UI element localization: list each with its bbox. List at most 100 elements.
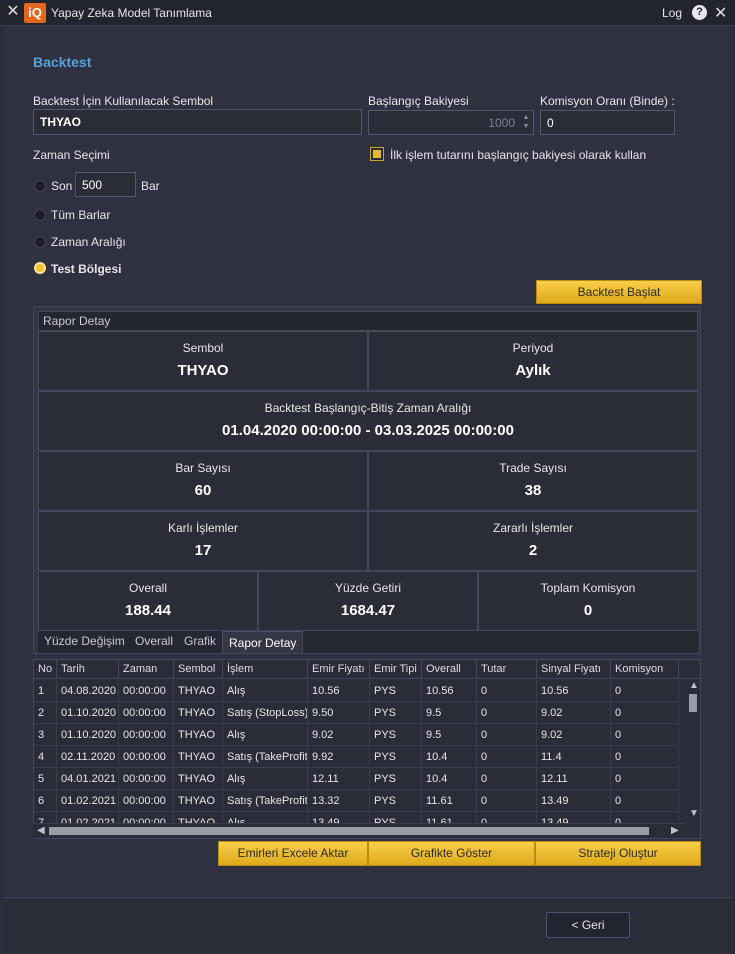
table-cell[interactable]: THYAO bbox=[174, 724, 223, 746]
table-cell[interactable]: 10.56 bbox=[537, 680, 611, 702]
table-cell[interactable]: PYS bbox=[370, 702, 422, 724]
table-cell[interactable]: 12.11 bbox=[537, 768, 611, 790]
table-cell[interactable]: 9.02 bbox=[308, 724, 370, 746]
close-window-icon[interactable]: ✕ bbox=[714, 3, 727, 23]
table-cell[interactable]: 11.61 bbox=[422, 790, 477, 812]
radio-son[interactable] bbox=[34, 180, 46, 192]
table-cell[interactable]: 0 bbox=[611, 746, 679, 768]
table-cell[interactable]: 00:00:00 bbox=[119, 724, 174, 746]
table-cell[interactable]: Alış bbox=[223, 768, 308, 790]
col-order-price-header[interactable]: Emir Fiyatı bbox=[308, 660, 370, 679]
table-cell[interactable]: 0 bbox=[611, 724, 679, 746]
table-cell[interactable]: 13.32 bbox=[308, 790, 370, 812]
table-cell[interactable]: 01.02.2021 bbox=[57, 790, 119, 812]
table-cell[interactable]: 6 bbox=[34, 790, 57, 812]
scroll-right-icon[interactable]: ▶ bbox=[671, 825, 679, 836]
col-time-header[interactable]: Zaman bbox=[119, 660, 174, 679]
back-button[interactable]: < Geri bbox=[546, 912, 630, 938]
export-excel-button[interactable]: Emirleri Excele Aktar bbox=[218, 841, 368, 866]
table-horizontal-scrollbar[interactable]: ◀ ▶ bbox=[33, 823, 686, 838]
col-commission-header[interactable]: Komisyon bbox=[611, 660, 679, 679]
table-cell[interactable]: 0 bbox=[477, 680, 537, 702]
start-backtest-button[interactable]: Backtest Başlat bbox=[536, 280, 702, 304]
table-cell[interactable]: 13.49 bbox=[537, 790, 611, 812]
table-cell[interactable]: 0 bbox=[611, 702, 679, 724]
radio-test-region[interactable] bbox=[34, 262, 46, 274]
table-cell[interactable]: 0 bbox=[611, 768, 679, 790]
table-cell[interactable]: 04.08.2020 bbox=[57, 680, 119, 702]
table-cell[interactable]: THYAO bbox=[174, 746, 223, 768]
table-cell[interactable]: 10.4 bbox=[422, 768, 477, 790]
col-overall-header[interactable]: Overall bbox=[422, 660, 477, 679]
col-amount-header[interactable]: Tutar bbox=[477, 660, 537, 679]
table-cell[interactable]: Alış bbox=[223, 680, 308, 702]
table-cell[interactable]: PYS bbox=[370, 768, 422, 790]
table-cell[interactable]: 00:00:00 bbox=[119, 790, 174, 812]
table-cell[interactable]: 10.4 bbox=[422, 746, 477, 768]
tab-overall[interactable]: Overall bbox=[135, 634, 173, 648]
col-no-header[interactable]: No bbox=[34, 660, 57, 679]
col-signal-price-header[interactable]: Sinyal Fiyatı bbox=[537, 660, 611, 679]
tab-percent-change[interactable]: Yüzde Değişim bbox=[44, 634, 125, 648]
table-cell[interactable]: 0 bbox=[611, 680, 679, 702]
table-cell[interactable]: 12.11 bbox=[308, 768, 370, 790]
table-cell[interactable]: PYS bbox=[370, 746, 422, 768]
table-cell[interactable]: 00:00:00 bbox=[119, 768, 174, 790]
table-cell[interactable]: THYAO bbox=[174, 768, 223, 790]
table-cell[interactable]: 0 bbox=[477, 768, 537, 790]
radio-all-bars[interactable] bbox=[34, 209, 46, 221]
horizontal-scroll-thumb[interactable] bbox=[49, 827, 649, 835]
table-cell[interactable]: Satış (StopLoss) bbox=[223, 702, 308, 724]
symbol-input[interactable]: THYAO bbox=[33, 109, 362, 135]
log-link[interactable]: Log bbox=[662, 6, 682, 20]
help-icon[interactable]: ? bbox=[692, 5, 707, 20]
table-cell[interactable]: 9.02 bbox=[537, 724, 611, 746]
bar-count-input[interactable]: 500 bbox=[75, 172, 136, 197]
table-cell[interactable]: 9.5 bbox=[422, 724, 477, 746]
radio-time-range[interactable] bbox=[34, 236, 46, 248]
table-cell[interactable]: 9.02 bbox=[537, 702, 611, 724]
initial-balance-checkbox[interactable] bbox=[370, 147, 384, 161]
col-date-header[interactable]: Tarih bbox=[57, 660, 119, 679]
table-cell[interactable]: 01.10.2020 bbox=[57, 724, 119, 746]
scroll-down-icon[interactable]: ▼ bbox=[689, 808, 699, 819]
table-cell[interactable]: THYAO bbox=[174, 790, 223, 812]
table-cell[interactable]: 04.01.2021 bbox=[57, 768, 119, 790]
balance-spinner-icon[interactable]: ▲ ▼ bbox=[521, 113, 531, 131]
commission-input[interactable]: 0 bbox=[540, 110, 675, 135]
table-cell[interactable]: THYAO bbox=[174, 680, 223, 702]
scroll-left-icon[interactable]: ◀ bbox=[37, 825, 45, 836]
show-chart-button[interactable]: Grafikte Göster bbox=[368, 841, 535, 866]
table-cell[interactable]: 10.56 bbox=[308, 680, 370, 702]
table-cell[interactable]: 00:00:00 bbox=[119, 746, 174, 768]
scroll-up-icon[interactable]: ▲ bbox=[689, 680, 699, 691]
table-cell[interactable]: 1 bbox=[34, 680, 57, 702]
table-cell[interactable]: Alış bbox=[223, 724, 308, 746]
table-cell[interactable]: 11.4 bbox=[537, 746, 611, 768]
table-cell[interactable]: 01.10.2020 bbox=[57, 702, 119, 724]
table-cell[interactable]: Satış (TakeProfit) bbox=[223, 746, 308, 768]
table-cell[interactable]: 3 bbox=[34, 724, 57, 746]
table-vertical-scrollbar[interactable]: ▲ ▼ bbox=[686, 680, 700, 822]
table-cell[interactable]: 4 bbox=[34, 746, 57, 768]
tab-report-detail[interactable]: Rapor Detay bbox=[222, 631, 304, 653]
table-cell[interactable]: 0 bbox=[477, 746, 537, 768]
table-cell[interactable]: THYAO bbox=[174, 702, 223, 724]
table-cell[interactable]: PYS bbox=[370, 790, 422, 812]
table-cell[interactable]: 5 bbox=[34, 768, 57, 790]
table-cell[interactable]: 0 bbox=[477, 790, 537, 812]
table-cell[interactable]: Satış (TakeProfit) bbox=[223, 790, 308, 812]
create-strategy-button[interactable]: Strateji Oluştur bbox=[535, 841, 701, 866]
col-symbol-header[interactable]: Sembol bbox=[174, 660, 223, 679]
table-cell[interactable]: 02.11.2020 bbox=[57, 746, 119, 768]
table-cell[interactable]: PYS bbox=[370, 724, 422, 746]
table-cell[interactable]: 9.50 bbox=[308, 702, 370, 724]
table-cell[interactable]: 00:00:00 bbox=[119, 680, 174, 702]
balance-input[interactable]: 1000 ▲ ▼ bbox=[368, 110, 534, 135]
col-action-header[interactable]: İşlem bbox=[223, 660, 308, 679]
vertical-scroll-thumb[interactable] bbox=[689, 694, 697, 712]
table-cell[interactable]: 0 bbox=[477, 702, 537, 724]
col-order-type-header[interactable]: Emir Tipi bbox=[370, 660, 422, 679]
table-cell[interactable]: 9.5 bbox=[422, 702, 477, 724]
table-cell[interactable]: 10.56 bbox=[422, 680, 477, 702]
